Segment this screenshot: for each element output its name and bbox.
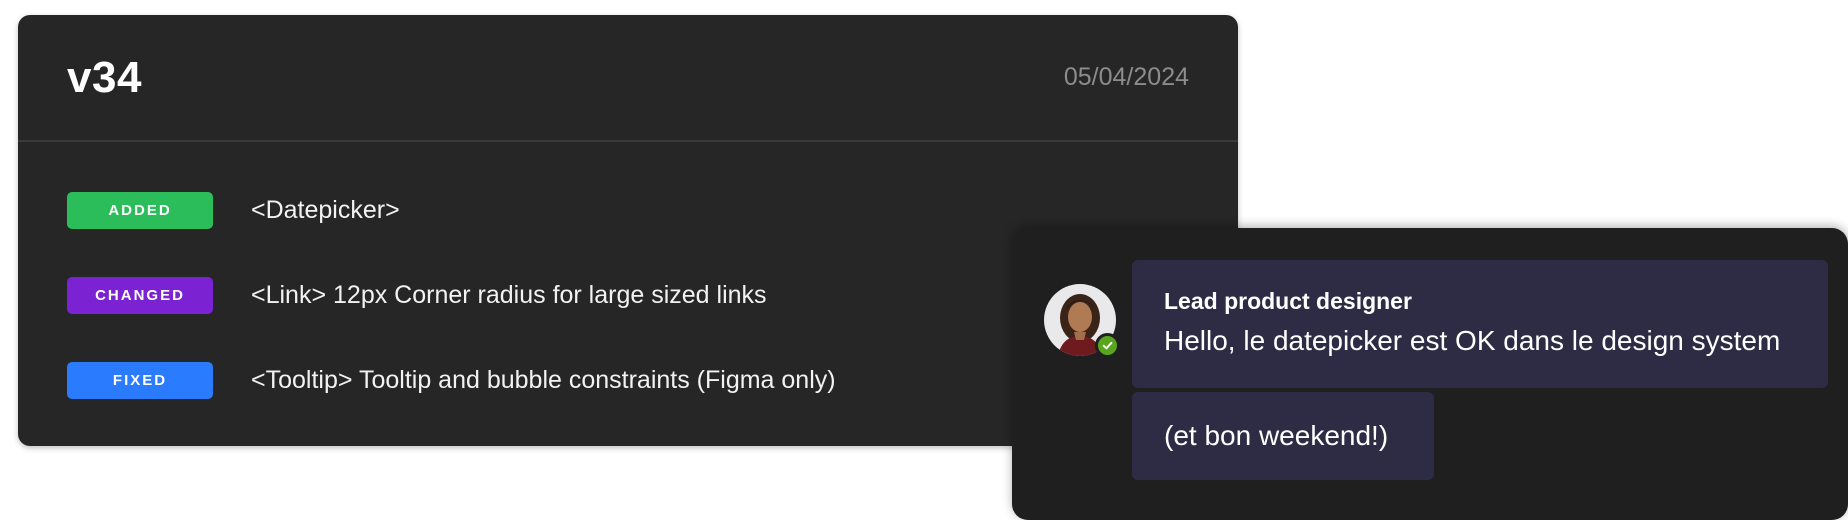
check-icon bbox=[1102, 341, 1113, 350]
message-text: (et bon weekend!) bbox=[1164, 420, 1389, 451]
avatar[interactable] bbox=[1044, 284, 1120, 358]
version-title: v34 bbox=[67, 53, 142, 102]
online-status-badge bbox=[1095, 333, 1120, 358]
chat-message-bubble: Lead product designer Hello, le datepick… bbox=[1132, 260, 1828, 388]
chat-message-bubble: (et bon weekend!) bbox=[1132, 392, 1434, 480]
changelog-entry-fixed: FIXED <Tooltip> Tooltip and bubble const… bbox=[67, 362, 836, 399]
added-badge: ADDED bbox=[67, 192, 213, 229]
changelog-header: v34 05/04/2024 bbox=[18, 15, 1238, 142]
sender-name: Lead product designer bbox=[1164, 288, 1412, 314]
stage: v34 05/04/2024 ADDED <Datepicker> CHANGE… bbox=[0, 0, 1848, 520]
changelog-entry-changed: CHANGED <Link> 12px Corner radius for la… bbox=[67, 277, 767, 314]
release-date: 05/04/2024 bbox=[1063, 63, 1189, 91]
chat-card: Lead product designer Hello, le datepick… bbox=[1012, 228, 1848, 520]
changelog-entry-text: <Link> 12px Corner radius for large size… bbox=[251, 281, 767, 309]
changed-badge: CHANGED bbox=[67, 277, 213, 314]
message-text: Hello, le datepicker est OK dans le desi… bbox=[1164, 325, 1781, 356]
changelog-entry-added: ADDED <Datepicker> bbox=[67, 192, 400, 229]
changelog-entry-text: <Tooltip> Tooltip and bubble constraints… bbox=[251, 366, 836, 394]
changelog-entry-text: <Datepicker> bbox=[251, 196, 400, 224]
fixed-badge: FIXED bbox=[67, 362, 213, 399]
